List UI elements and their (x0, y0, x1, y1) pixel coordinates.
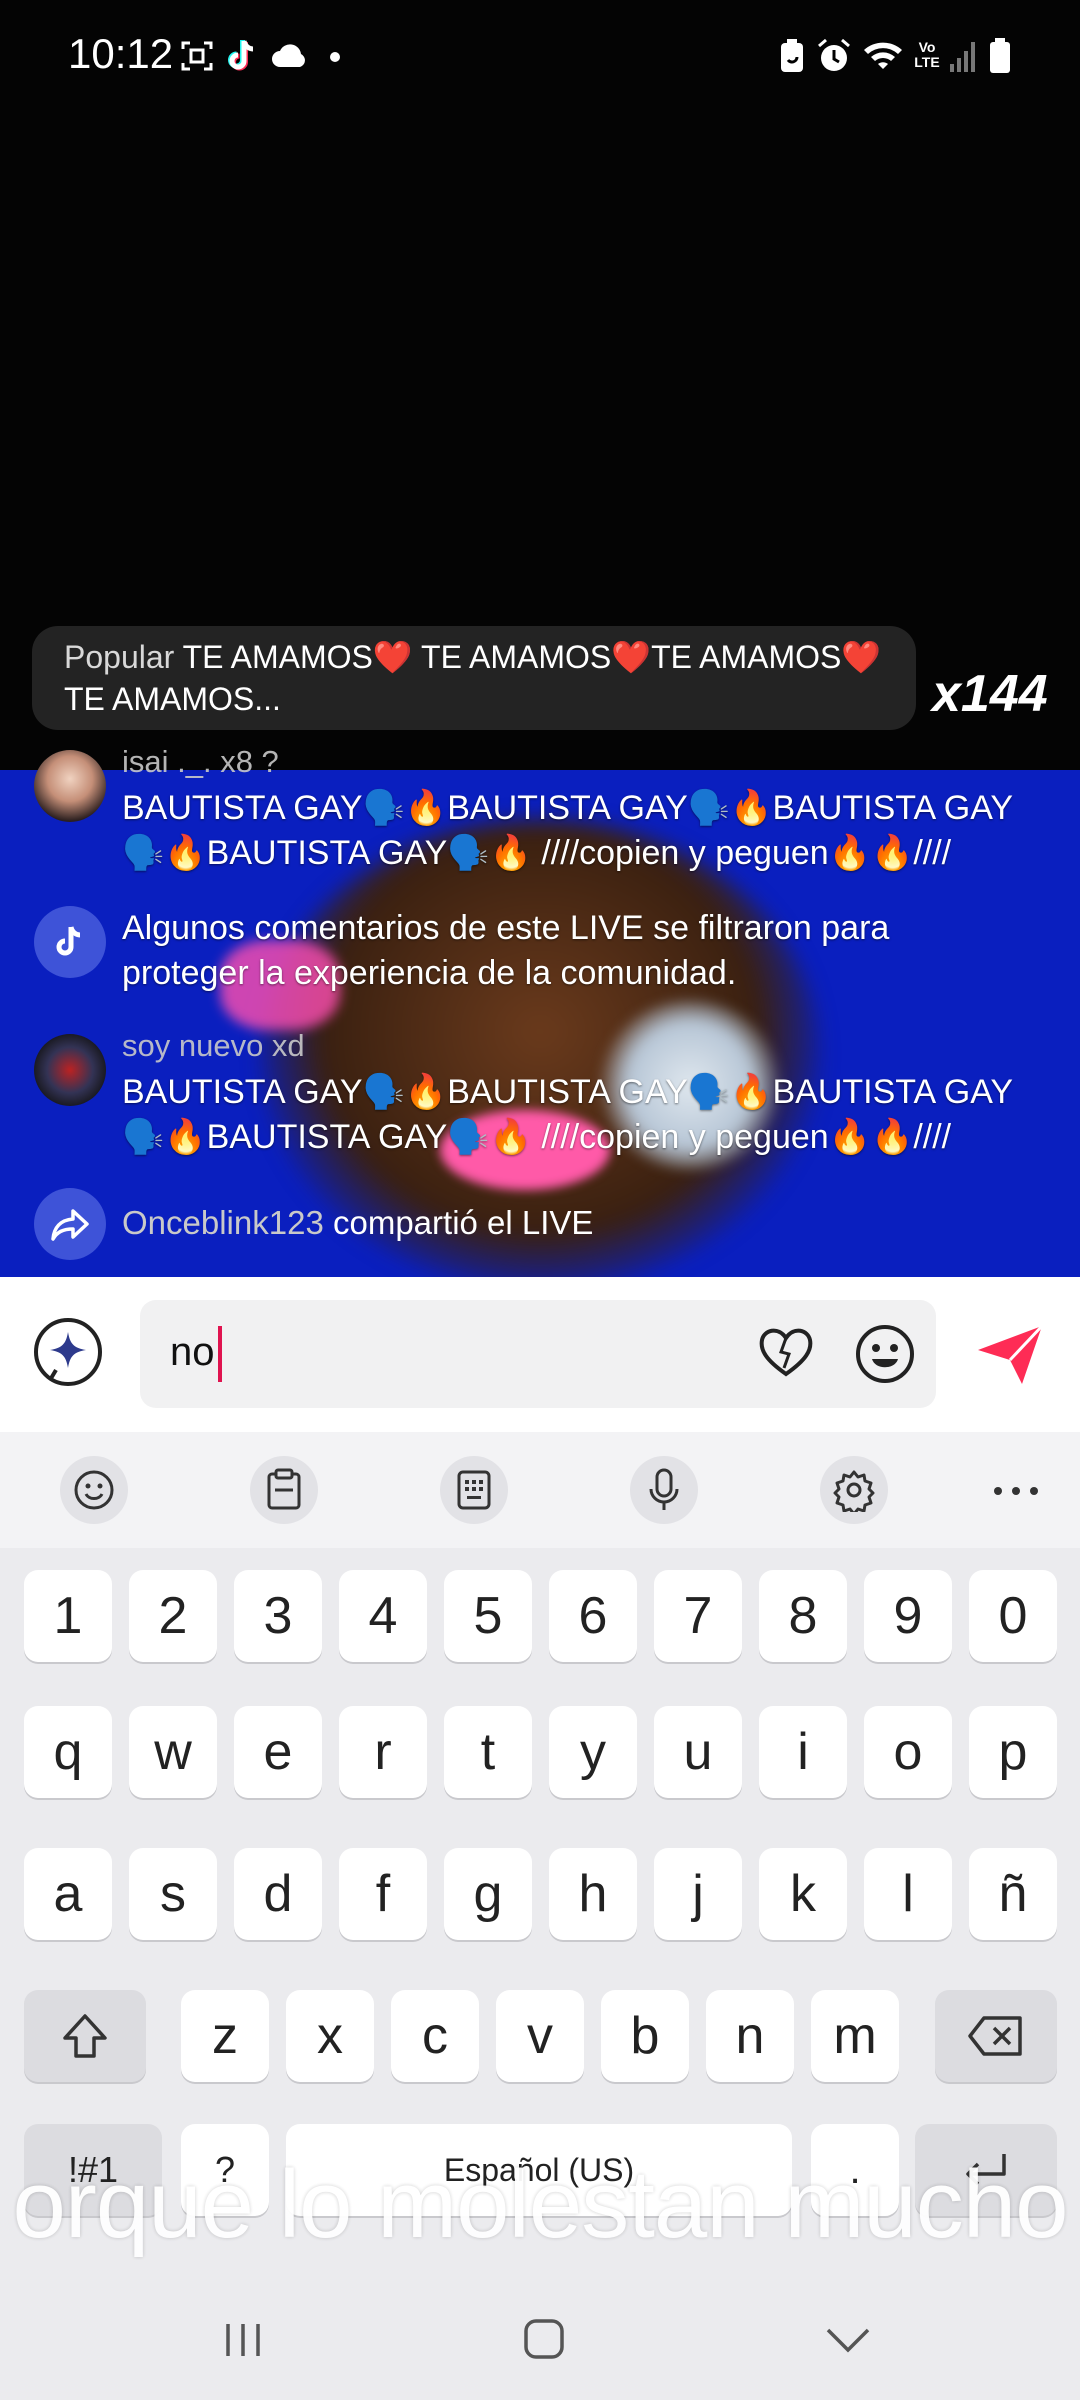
popular-label: Popular (64, 639, 175, 675)
status-time: 10:12 (68, 30, 174, 77)
key-b[interactable]: b (601, 1990, 689, 2082)
backspace-icon (968, 2016, 1022, 2056)
heart-icon[interactable] (756, 1322, 816, 1382)
keyboard-toolbar (0, 1432, 1080, 1548)
popular-comment-text: Popular TE AMAMOS❤️ TE AMAMOS❤️TE AMAMOS… (64, 636, 894, 720)
key-e[interactable]: e (234, 1706, 322, 1798)
key-8[interactable]: 8 (759, 1570, 847, 1662)
system-notice-text: Algunos comentarios de este LIVE se filt… (122, 909, 890, 992)
shift-icon (63, 2014, 107, 2058)
key-w[interactable]: w (129, 1706, 217, 1798)
popular-message: TE AMAMOS❤️ TE AMAMOS❤️TE AMAMOS❤️ TE AM… (64, 639, 882, 717)
key-i[interactable]: i (759, 1706, 847, 1798)
key-v[interactable]: v (496, 1990, 584, 2082)
key-l[interactable]: l (864, 1848, 952, 1940)
battery-saver-icon (781, 39, 803, 72)
key-g[interactable]: g (444, 1848, 532, 1940)
key-j[interactable]: j (654, 1848, 742, 1940)
comment-text: BAUTISTA GAY🗣️🔥BAUTISTA GAY🗣️🔥BAUTISTA G… (122, 789, 1013, 872)
comment-username[interactable]: isai ._. x8 ? (122, 744, 279, 780)
shift-key[interactable] (24, 1990, 146, 2082)
key-u[interactable]: u (654, 1706, 742, 1798)
text-caret (218, 1326, 222, 1382)
clipboard-icon[interactable] (250, 1456, 318, 1524)
key-k[interactable]: k (759, 1848, 847, 1940)
status-bar: 10:12 Vo LTE (0, 0, 1080, 110)
key-f[interactable]: f (339, 1848, 427, 1940)
key-d[interactable]: d (234, 1848, 322, 1940)
key-m[interactable]: m (811, 1990, 899, 2082)
avatar[interactable] (34, 1034, 106, 1106)
key-1[interactable]: 1 (24, 1570, 112, 1662)
back-icon[interactable] (822, 2320, 874, 2360)
recent-apps-icon[interactable] (222, 2318, 264, 2362)
share-notice-text: compartió el LIVE (332, 1204, 594, 1241)
key-c[interactable]: c (391, 1990, 479, 2082)
key-p[interactable]: p (969, 1706, 1057, 1798)
key-5[interactable]: 5 (444, 1570, 532, 1662)
comment-input[interactable] (140, 1300, 936, 1408)
key-r[interactable]: r (339, 1706, 427, 1798)
home-icon[interactable] (522, 2316, 566, 2362)
comment-text: BAUTISTA GAY🗣️🔥BAUTISTA GAY🗣️🔥BAUTISTA G… (122, 1073, 1013, 1156)
cloud-icon (272, 44, 305, 67)
wifi-icon (864, 42, 902, 69)
key-s[interactable]: s (129, 1848, 217, 1940)
share-icon (34, 1188, 106, 1260)
tiktok-icon (34, 906, 106, 978)
comment-username[interactable]: soy nuevo xd (122, 1028, 305, 1064)
emoji-icon[interactable] (60, 1456, 128, 1524)
key-n-tilde[interactable]: ñ (969, 1848, 1057, 1940)
alarm-icon (818, 38, 850, 71)
popular-multiplier: x144 (932, 665, 1048, 723)
tiktok-icon (228, 40, 254, 71)
share-username[interactable]: Onceblink123 (122, 1204, 324, 1241)
emoji-icon[interactable] (853, 1322, 917, 1386)
key-y[interactable]: y (549, 1706, 637, 1798)
video-subtitle: orque lo molestan mucho (12, 2151, 1069, 2258)
key-4[interactable]: 4 (339, 1570, 427, 1662)
key-n[interactable]: n (706, 1990, 794, 2082)
key-6[interactable]: 6 (549, 1570, 637, 1662)
key-h[interactable]: h (549, 1848, 637, 1940)
backspace-key[interactable] (935, 1990, 1057, 2082)
keypad-icon[interactable] (440, 1456, 508, 1524)
key-o[interactable]: o (864, 1706, 952, 1798)
signal-icon (950, 42, 975, 72)
more-icon[interactable] (986, 1476, 1046, 1506)
key-x[interactable]: x (286, 1990, 374, 2082)
settings-icon[interactable] (820, 1456, 888, 1524)
key-a[interactable]: a (24, 1848, 112, 1940)
key-9[interactable]: 9 (864, 1570, 952, 1662)
send-button[interactable] (972, 1320, 1048, 1390)
avatar[interactable] (34, 750, 106, 822)
key-t[interactable]: t (444, 1706, 532, 1798)
comment-input-value: no (170, 1330, 215, 1374)
battery-icon (990, 38, 1010, 73)
volte-icon: Vo LTE (914, 39, 940, 70)
microphone-icon[interactable] (630, 1456, 698, 1524)
key-3[interactable]: 3 (234, 1570, 322, 1662)
dot-icon (330, 52, 340, 62)
key-q[interactable]: q (24, 1706, 112, 1798)
screenshot-icon (181, 41, 213, 71)
key-z[interactable]: z (181, 1990, 269, 2082)
ai-sparkle-icon[interactable] (28, 1314, 108, 1394)
key-7[interactable]: 7 (654, 1570, 742, 1662)
key-0[interactable]: 0 (969, 1570, 1057, 1662)
share-notice: Onceblink123 compartió el LIVE (122, 1204, 593, 1242)
key-2[interactable]: 2 (129, 1570, 217, 1662)
